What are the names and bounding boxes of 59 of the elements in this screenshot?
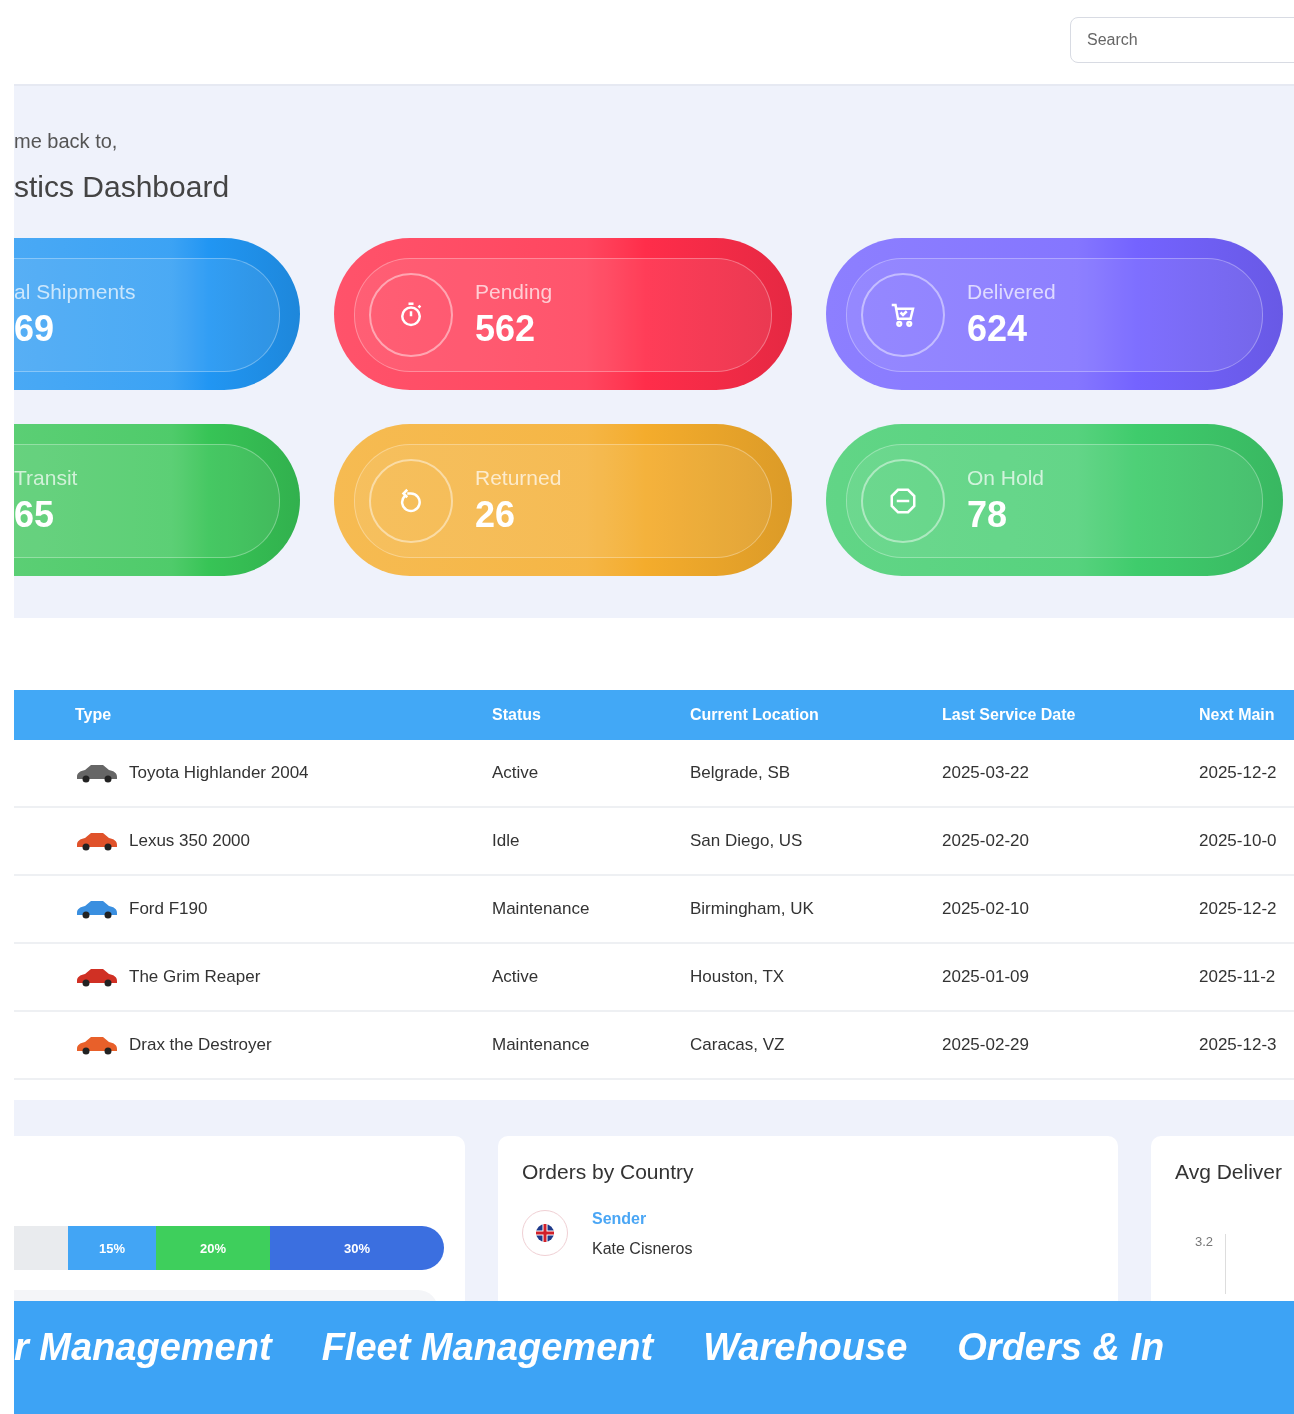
stat-value: 624 — [967, 308, 1029, 350]
table-cell: Active — [492, 763, 539, 782]
stat-value: 26 — [475, 494, 517, 536]
table-cell: Maintenance — [492, 899, 590, 918]
stat-value: 78 — [967, 494, 1009, 536]
stop-sign-icon — [888, 486, 918, 516]
table-cell: San Diego, US — [690, 831, 803, 850]
table-cell: 2025-02-20 — [942, 831, 1029, 850]
table-cell: 2025-02-29 — [942, 1035, 1029, 1054]
stat-label: Pending — [475, 280, 553, 304]
table-cell: Idle — [492, 831, 520, 850]
stat-value: 65 — [14, 494, 56, 536]
table-cell: Drax the Destroyer — [129, 1035, 272, 1055]
table-cell: Belgrade, SB — [690, 763, 791, 782]
banner-text: Fleet Management — [321, 1326, 654, 1369]
stat-value: 69 — [14, 308, 56, 350]
table-cell: Lexus 350 2000 — [129, 831, 250, 851]
panel-title: Orders by Country — [522, 1160, 695, 1184]
column-header: Status — [492, 706, 541, 723]
dashboard-title: stics Dashboard — [14, 170, 231, 204]
column-header: Next Main — [1199, 706, 1275, 723]
table-cell: 2025-02-10 — [942, 899, 1029, 918]
table-cell: Ford F190 — [129, 899, 208, 919]
table-cell: Maintenance — [492, 1035, 590, 1054]
table-cell: 2025-11-2 — [1199, 967, 1276, 986]
column-header: Last Service Date — [942, 706, 1076, 723]
banner-text: Warehouse — [703, 1326, 908, 1369]
banner-text: r Management — [14, 1326, 272, 1369]
stat-label: Returned — [475, 466, 562, 490]
column-header: Current Location — [690, 706, 819, 723]
table-cell: Active — [492, 967, 539, 986]
table-cell: 2025-12-3 — [1199, 1035, 1277, 1054]
table-cell: Birmingham, UK — [690, 899, 814, 918]
table-cell: Houston, TX — [690, 967, 785, 986]
table-cell: 2025-10-0 — [1199, 831, 1277, 850]
stat-label: al Shipments — [14, 280, 136, 304]
stat-label: On Hold — [967, 466, 1045, 490]
table-cell: The Grim Reaper — [129, 967, 261, 987]
table-cell: 2025-03-22 — [942, 763, 1029, 782]
table-cell: Toyota Highlander 2004 — [129, 763, 309, 783]
stat-label: Transit — [14, 466, 78, 490]
column-header: Type — [75, 706, 112, 723]
table-cell: 2025-01-09 — [942, 967, 1029, 986]
sender-label: Sender — [592, 1210, 648, 1228]
search-field[interactable]: Search — [1070, 17, 1294, 63]
table-cell: 2025-12-2 — [1199, 899, 1277, 918]
bar-segment: 20% — [156, 1226, 270, 1270]
sender-name: Kate Cisneros — [592, 1240, 693, 1258]
bar-segment — [14, 1226, 68, 1270]
axis-tick-label: 3.2 — [1195, 1234, 1214, 1249]
bar-segment: 30% — [270, 1226, 444, 1270]
welcome-text: me back to, — [14, 130, 119, 154]
banner-text: Orders & In — [957, 1326, 1165, 1369]
stat-label: Delivered — [967, 280, 1056, 304]
bar-segment: 15% — [68, 1226, 156, 1270]
table-cell: Caracas, VZ — [690, 1035, 785, 1054]
stat-value: 562 — [475, 308, 537, 350]
table-cell: 2025-12-2 — [1199, 763, 1277, 782]
panel-title: Avg Deliver — [1175, 1160, 1283, 1184]
